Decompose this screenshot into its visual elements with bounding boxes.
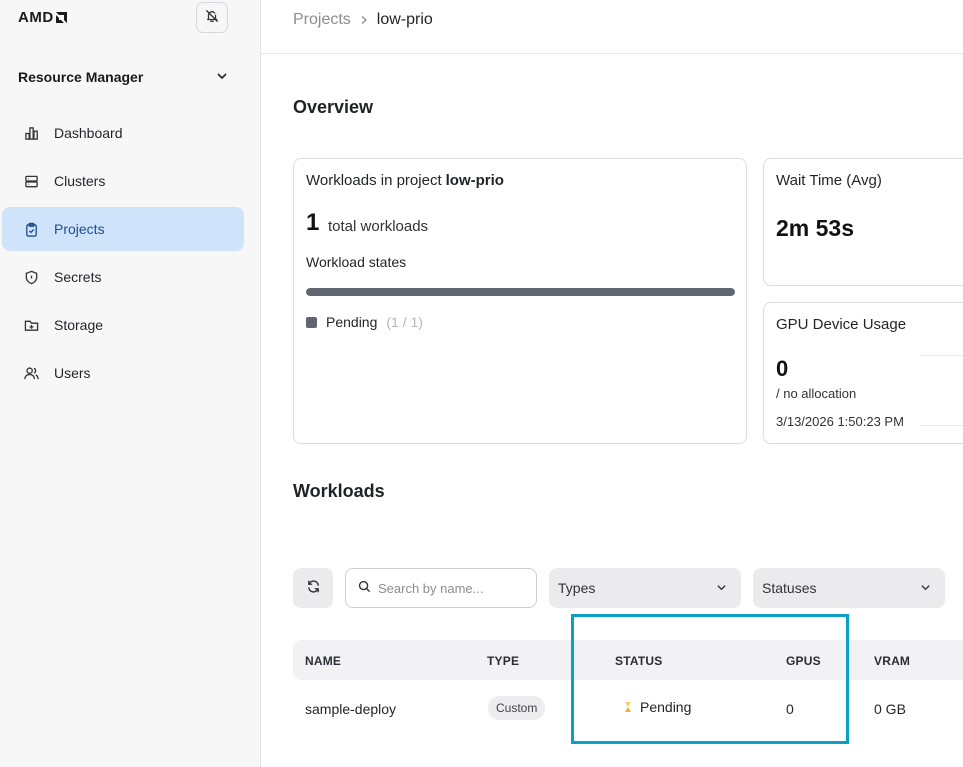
workload-states-bar — [306, 288, 735, 296]
legend-item-pending[interactable]: Pending (1 / 1) — [306, 314, 423, 330]
wait-time-value: 2m 53s — [776, 215, 855, 241]
top-bar: Projects low-prio — [261, 0, 963, 54]
gpu-timestamp: 3/13/2026 1:50:23 PM — [776, 414, 904, 429]
sparkline-gridline — [920, 425, 963, 426]
workloads-summary-card: Workloads in project low-prio 1 total wor… — [293, 158, 747, 444]
sidebar-item-label: Dashboard — [54, 125, 123, 141]
legend-swatch — [306, 316, 317, 328]
folder-icon — [23, 317, 39, 333]
refresh-button[interactable] — [293, 568, 333, 608]
project-name: low-prio — [445, 172, 504, 189]
column-header-status[interactable]: STATUS — [615, 654, 662, 668]
statuses-select[interactable]: Statuses — [753, 568, 945, 608]
sidebar-item-label: Projects — [54, 221, 105, 237]
chevron-right-icon — [359, 15, 369, 25]
sidebar-item-storage[interactable]: Storage — [2, 303, 244, 347]
total-workloads-label: total workloads — [328, 218, 429, 235]
status-cell: Pending — [623, 699, 691, 715]
workload-name[interactable]: sample-deploy — [305, 701, 396, 717]
column-header-vram[interactable]: VRAM — [874, 654, 910, 668]
hourglass-icon — [623, 700, 633, 714]
types-select[interactable]: Types — [549, 568, 741, 608]
column-header-gpus[interactable]: GPUS — [786, 654, 821, 668]
breadcrumb-projects-link[interactable]: Projects — [293, 11, 351, 29]
chevron-down-icon — [716, 580, 727, 596]
card-title: Workloads in project low-prio — [306, 172, 504, 189]
sidebar-item-users[interactable]: Users — [2, 351, 244, 395]
server-icon — [23, 173, 39, 189]
status-label: Pending — [640, 699, 692, 715]
sidebar-item-dashboard[interactable]: Dashboard — [2, 111, 244, 155]
bar-chart-icon — [23, 125, 39, 141]
search-input[interactable] — [378, 580, 528, 596]
workloads-heading: Workloads — [293, 481, 385, 501]
sidebar-item-projects[interactable]: Projects — [2, 207, 244, 251]
chevron-down-icon — [216, 69, 228, 85]
amd-arrow-icon — [55, 11, 67, 23]
sparkline-gridline — [920, 355, 963, 356]
gpus-value: 0 — [786, 701, 794, 717]
section-title: Resource Manager — [18, 69, 144, 85]
sidebar-item-clusters[interactable]: Clusters — [2, 159, 244, 203]
workload-states-label: Workload states — [306, 254, 407, 270]
resource-manager-section[interactable]: Resource Manager — [18, 62, 228, 92]
table-row[interactable]: sample-deploy Custom Pending 0 0 GB — [293, 686, 963, 730]
users-icon — [23, 365, 39, 381]
pending-state-fill — [306, 288, 735, 296]
amd-logo: AMD — [18, 9, 67, 26]
breadcrumb: Projects low-prio — [293, 11, 433, 29]
types-select-label: Types — [558, 580, 596, 596]
clipboard-icon — [23, 221, 39, 237]
workloads-table-header: NAME TYPE STATUS GPUS VRAM — [293, 640, 963, 680]
column-header-type[interactable]: TYPE — [487, 654, 519, 668]
search-field[interactable] — [345, 568, 537, 608]
overview-heading: Overview — [293, 97, 374, 117]
sidebar-item-label: Clusters — [54, 173, 106, 189]
refresh-icon — [306, 579, 321, 597]
notifications-off-button[interactable] — [196, 2, 228, 33]
gpu-usage-value: 0 — [776, 356, 789, 381]
search-icon — [358, 580, 371, 596]
chevron-down-icon — [920, 580, 931, 596]
sidebar-item-label: Storage — [54, 317, 104, 333]
sidebar-item-label: Users — [54, 365, 91, 381]
wait-time-card: Wait Time (Avg) 2m 53s — [763, 158, 963, 286]
sidebar-nav: Dashboard Clusters Projects Secrets Stor… — [2, 111, 244, 399]
sidebar-item-secrets[interactable]: Secrets — [2, 255, 244, 299]
gpu-usage-card: GPU Device Usage 0 / no allocation 3/13/… — [763, 302, 963, 444]
bell-off-icon — [205, 9, 219, 26]
type-chip: Custom — [488, 696, 546, 720]
breadcrumb-current: low-prio — [376, 11, 433, 28]
legend-label: Pending — [326, 314, 378, 330]
card-title: GPU Device Usage — [776, 316, 907, 333]
vram-value: 0 GB — [874, 701, 906, 717]
legend-count: (1 / 1) — [386, 314, 423, 330]
statuses-select-label: Statuses — [762, 580, 817, 596]
card-title: Wait Time (Avg) — [776, 172, 882, 189]
shield-icon — [23, 269, 39, 285]
column-header-name[interactable]: NAME — [305, 654, 341, 668]
sidebar: AMD Resource Manager Dashboard Clusters — [0, 0, 261, 767]
total-workloads-count: 1 — [306, 209, 320, 236]
sidebar-item-label: Secrets — [54, 269, 102, 285]
gpu-allocation-label: / no allocation — [776, 386, 857, 401]
